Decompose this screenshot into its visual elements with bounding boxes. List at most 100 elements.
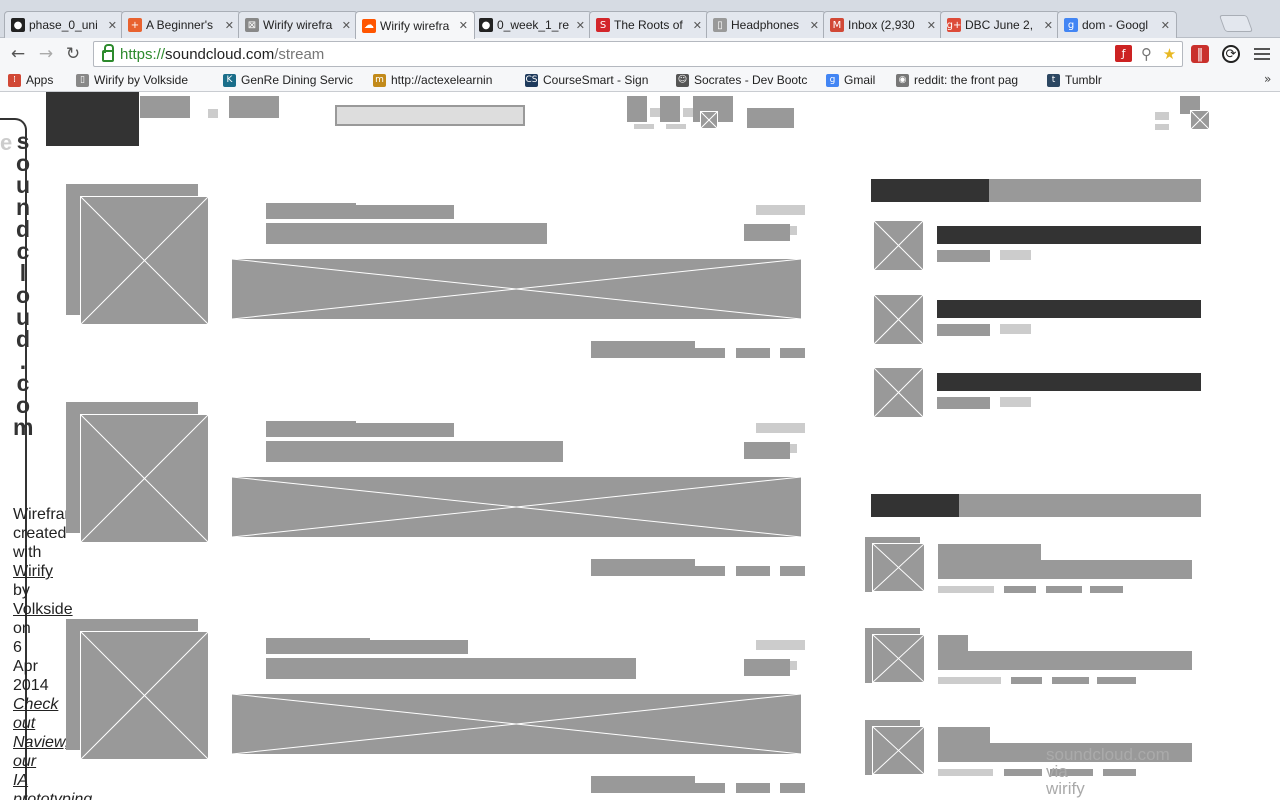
track-genre-tag[interactable] (744, 659, 790, 676)
browser-tab[interactable]: ● phase_0_uni ✕ (4, 11, 124, 38)
star-icon[interactable]: ★ (1161, 45, 1178, 63)
nav-block[interactable] (627, 96, 647, 122)
track-genre-tag[interactable] (744, 442, 790, 459)
bookmark-item[interactable]: CS CourseSmart - Sign (525, 73, 648, 87)
waveform-player[interactable] (231, 476, 802, 538)
naview-link[interactable]: IA (13, 772, 28, 789)
liked-track-artwork[interactable] (872, 726, 925, 775)
liked-track-user[interactable] (938, 635, 968, 651)
waveform-player[interactable] (231, 258, 802, 320)
close-icon[interactable]: ✕ (927, 19, 936, 32)
track-title[interactable] (266, 441, 563, 462)
browser-tab[interactable]: + A Beginner's ✕ (121, 11, 241, 38)
user-name[interactable] (937, 373, 1201, 391)
browser-tab[interactable]: ▯ Headphones ✕ (706, 11, 826, 38)
track-artwork[interactable] (80, 631, 209, 760)
browser-tab[interactable]: M Inbox (2,930 ✕ (823, 11, 943, 38)
browser-tab[interactable]: S The Roots of ✕ (589, 11, 709, 38)
new-tab-button[interactable] (1218, 15, 1254, 32)
bookmark-item[interactable]: g Gmail (826, 73, 875, 87)
liked-track-artwork[interactable] (872, 634, 925, 683)
naview-link[interactable]: prototyping (13, 791, 92, 800)
track-artwork[interactable] (80, 196, 209, 325)
close-icon[interactable]: ✕ (693, 19, 702, 32)
browser-tab[interactable]: g+ DBC June 2, ✕ (940, 11, 1060, 38)
user-name[interactable] (937, 300, 1201, 318)
zoom-icon[interactable]: ⚲ (1138, 45, 1155, 63)
share-button[interactable] (780, 348, 805, 358)
share-button[interactable] (780, 783, 805, 793)
liked-track-user[interactable] (938, 544, 1041, 560)
bookmark-item[interactable]: K GenRe Dining Servic (223, 73, 353, 87)
credit-text: with (13, 544, 42, 561)
repost-button[interactable] (736, 783, 770, 793)
volkside-link[interactable]: Volkside (13, 601, 73, 618)
search-input[interactable] (335, 105, 525, 126)
like-button[interactable] (695, 783, 725, 793)
track-title[interactable] (266, 658, 636, 679)
nav-block[interactable] (140, 96, 190, 118)
close-icon[interactable]: ✕ (576, 19, 585, 32)
naview-link[interactable]: Check (13, 696, 58, 713)
track-title[interactable] (266, 223, 547, 244)
liked-track-artwork[interactable] (872, 543, 925, 592)
share-button[interactable] (780, 566, 805, 576)
site-title: soundcloud.com (13, 130, 33, 439)
wirify-link[interactable]: Wirify (13, 563, 53, 580)
liked-track-stat (1090, 586, 1123, 593)
track-user[interactable] (266, 205, 454, 219)
repost-button[interactable] (736, 566, 770, 576)
naview-link[interactable]: our (13, 753, 36, 770)
user-avatar[interactable] (873, 367, 924, 418)
liked-track-title[interactable] (938, 651, 1192, 670)
nav-block[interactable] (229, 96, 279, 118)
close-icon[interactable]: ✕ (108, 19, 117, 32)
naview-link[interactable]: out (13, 715, 35, 732)
liked-track-stat (1046, 586, 1082, 593)
bookmark-item[interactable]: m http://actexelearnin (373, 73, 492, 87)
close-icon[interactable]: ✕ (225, 19, 234, 32)
flash-icon[interactable]: ƒ (1115, 45, 1132, 62)
menu-icon[interactable] (1254, 46, 1270, 62)
bookmark-item[interactable]: ◉ reddit: the front pag (896, 73, 1018, 87)
close-icon[interactable]: ✕ (1044, 19, 1053, 32)
user-avatar[interactable] (873, 294, 924, 345)
repost-button[interactable] (736, 348, 770, 358)
nav-block[interactable] (747, 108, 794, 128)
bookmark-item[interactable]: ▯ Wirify by Volkside (76, 73, 188, 87)
browser-toolbar: ← → ↻ https:// soundcloud.com /stream ƒ … (0, 38, 1280, 70)
track-user[interactable] (266, 640, 468, 654)
like-button[interactable] (695, 348, 725, 358)
liked-track-user[interactable] (938, 727, 990, 743)
nav-block[interactable] (660, 96, 680, 122)
user-name[interactable] (937, 226, 1201, 244)
close-icon[interactable]: ✕ (810, 19, 819, 32)
extension-icon[interactable]: ‖ (1191, 45, 1209, 63)
liked-track-title[interactable] (938, 560, 1192, 579)
back-arrow-icon[interactable]: ← (8, 44, 28, 64)
close-icon[interactable]: ✕ (1161, 19, 1170, 32)
forward-arrow-icon[interactable]: → (36, 44, 56, 64)
waveform-player[interactable] (231, 693, 802, 755)
track-user[interactable] (266, 423, 454, 437)
logo-block[interactable] (46, 92, 139, 146)
reload-icon[interactable]: ↻ (63, 44, 83, 64)
close-icon[interactable]: ✕ (459, 19, 468, 32)
track-genre-tag[interactable] (744, 224, 790, 241)
track-artwork[interactable] (80, 414, 209, 543)
sync-extension-icon[interactable]: ⟳ (1222, 45, 1240, 63)
browser-tab[interactable]: ⊠ Wirify wirefra ✕ (238, 11, 358, 38)
bookmark-item[interactable]: ⁞ Apps (8, 73, 53, 87)
bookmark-item[interactable]: ☺ Socrates - Dev Bootc (676, 73, 807, 87)
bookmarks-more-button[interactable]: » (1264, 72, 1271, 86)
browser-tab[interactable]: g dom - Googl ✕ (1057, 11, 1177, 38)
user-avatar[interactable] (873, 220, 924, 271)
address-bar[interactable]: https:// soundcloud.com /stream ƒ ⚲ ★ (93, 41, 1183, 67)
close-icon[interactable]: ✕ (342, 19, 351, 32)
like-button[interactable] (695, 566, 725, 576)
k-icon: K (223, 73, 236, 87)
browser-tab[interactable]: ☁ Wirify wirefra ✕ (355, 11, 475, 39)
browser-tab[interactable]: ● 0_week_1_re ✕ (472, 11, 592, 38)
naview-link[interactable]: Naview, (13, 734, 69, 751)
bookmark-item[interactable]: t Tumblr (1047, 73, 1102, 87)
